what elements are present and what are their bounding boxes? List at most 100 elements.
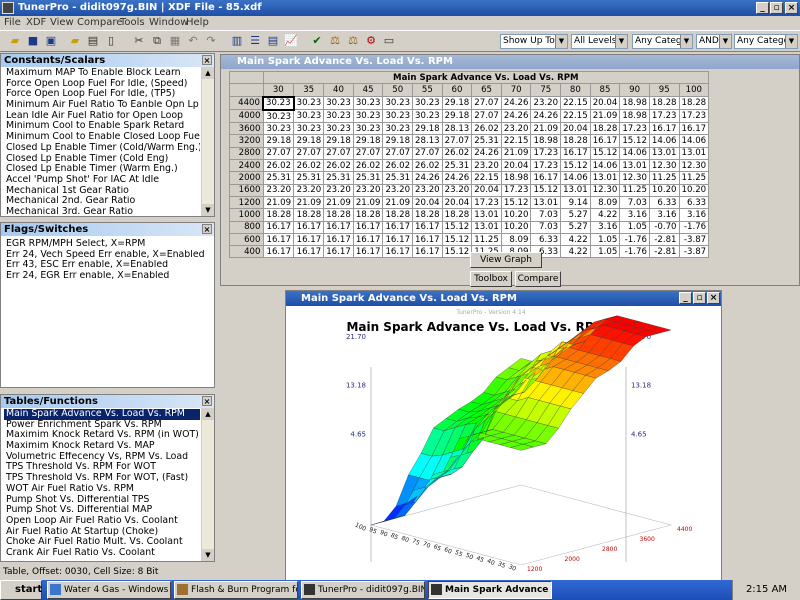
table-cell[interactable]: 3.16 xyxy=(678,208,710,222)
table-cell[interactable]: 29.18 xyxy=(293,134,325,148)
table-cell[interactable]: 16.17 xyxy=(323,232,354,247)
constants_panel-item[interactable]: Mechanical 3rd. Gear Ratio xyxy=(4,207,200,214)
table-cell[interactable]: 18.28 xyxy=(560,134,591,148)
table-cell[interactable]: 27.07 xyxy=(471,109,502,124)
table-cell[interactable]: -1.76 xyxy=(678,220,710,234)
tables_panel-item[interactable]: Air Fuel Ratio At Startup (Choke) xyxy=(4,527,200,538)
table-cell[interactable]: 21.09 xyxy=(382,195,414,210)
row-header[interactable]: 2000 xyxy=(229,171,264,185)
table-cell[interactable]: 7.03 xyxy=(619,195,650,210)
table-cell[interactable]: 25.31 xyxy=(262,171,295,185)
table-cell[interactable]: 13.01 xyxy=(471,220,502,234)
table-cell[interactable]: 30.23 xyxy=(293,96,325,111)
row-header[interactable]: 1200 xyxy=(229,195,264,210)
table-cell[interactable]: -2.81 xyxy=(648,232,680,247)
table-cell[interactable]: 23.20 xyxy=(262,183,295,197)
table-cell[interactable]: 28.13 xyxy=(441,122,473,136)
table-cell[interactable]: 22.15 xyxy=(560,96,591,111)
table-cell[interactable]: 16.17 xyxy=(589,134,621,148)
table-cell[interactable]: 18.28 xyxy=(441,208,473,222)
graph-maximize-button[interactable]: ▫ xyxy=(693,292,706,304)
menu-xdf[interactable]: XDF xyxy=(26,17,46,28)
table-cell[interactable]: 30.23 xyxy=(323,96,354,111)
table-cell[interactable]: 1.05 xyxy=(619,220,650,234)
tables_panel-item[interactable]: Open Loop Air Fuel Ratio Vs. Coolant xyxy=(4,516,200,527)
logic-select[interactable]: AND ▼ xyxy=(696,34,732,49)
constants_panel-item[interactable]: Minimum Air Fuel Ratio To Eanble Opn Lp xyxy=(4,100,200,111)
tables_panel-item[interactable]: Pump Shot Vs. Differential MAP xyxy=(4,505,200,516)
table-cell[interactable]: 5.27 xyxy=(560,220,591,234)
table-cell[interactable]: 20.04 xyxy=(560,122,591,136)
checksum-icon[interactable]: ✔ xyxy=(310,34,324,48)
table-cell[interactable]: 16.17 xyxy=(262,220,295,234)
column-header[interactable]: 65 xyxy=(471,83,502,98)
table-cell[interactable]: 26.02 xyxy=(352,159,384,173)
tables_panel-item[interactable]: Pump Shot Vs. Differential TPS xyxy=(4,495,200,506)
table-cell[interactable]: 13.01 xyxy=(648,146,680,161)
table-cell[interactable]: 14.06 xyxy=(619,146,650,161)
column-header[interactable]: 35 xyxy=(293,83,325,98)
close-icon[interactable]: × xyxy=(202,55,212,65)
new-xdf-icon[interactable]: ▯ xyxy=(104,34,118,48)
compare-icon[interactable]: ⚖ xyxy=(328,34,342,48)
column-header[interactable]: 95 xyxy=(648,83,680,98)
table-cell[interactable]: 10.20 xyxy=(500,208,532,222)
table-cell[interactable]: 21.09 xyxy=(262,195,295,210)
task-water4gas[interactable]: Water 4 Gas - Windows I... xyxy=(47,581,171,599)
table-cell[interactable]: 4.22 xyxy=(560,245,591,259)
table-cell[interactable]: 12.30 xyxy=(678,159,710,173)
table-cell[interactable]: 30.23 xyxy=(323,122,354,136)
table-cell[interactable]: 3.16 xyxy=(619,208,650,222)
table-cell[interactable]: 30.23 xyxy=(352,122,384,136)
table-cell[interactable]: -0.70 xyxy=(648,220,680,234)
hex-view-icon[interactable]: ▤ xyxy=(266,34,280,48)
scroll-down-icon[interactable]: ▼ xyxy=(202,204,214,216)
undo-icon[interactable]: ↶ xyxy=(186,34,200,48)
table-cell[interactable]: -2.81 xyxy=(648,245,680,259)
table-cell[interactable]: 15.12 xyxy=(589,146,621,161)
table-cell[interactable]: 30.23 xyxy=(293,122,325,136)
table-cell[interactable]: 13.01 xyxy=(678,146,710,161)
open-folder-icon[interactable]: ▰ xyxy=(8,34,22,48)
table-cell[interactable]: 14.06 xyxy=(678,134,710,148)
table-cell[interactable]: 26.02 xyxy=(262,159,295,173)
table-cell[interactable]: 26.02 xyxy=(293,159,325,173)
copy-icon[interactable]: ⧉ xyxy=(150,34,164,48)
constants_panel-item[interactable]: Accel 'Pump Shot' For IAC At Idle xyxy=(4,175,200,186)
graph-close-button[interactable]: × xyxy=(707,292,720,304)
tables_panel-item[interactable]: Maximim Knock Retard Vs. MAP xyxy=(4,441,200,452)
table-cell[interactable]: 23.20 xyxy=(441,183,473,197)
table-cell[interactable]: 6.33 xyxy=(530,232,562,247)
category-select-2[interactable]: Any Category ▼ xyxy=(734,34,798,49)
show-up-to-select[interactable]: Show Up To ▼ xyxy=(500,34,568,49)
table-cell[interactable]: 18.28 xyxy=(293,208,325,222)
table-cell[interactable]: 27.07 xyxy=(382,146,414,161)
table-cell[interactable]: 30.23 xyxy=(262,109,295,124)
row-header[interactable]: 400 xyxy=(229,245,264,259)
row-header[interactable]: 4400 xyxy=(229,96,264,111)
table-cell[interactable]: 24.26 xyxy=(500,96,532,111)
table-cell[interactable]: 20.04 xyxy=(441,195,473,210)
table-cell[interactable]: 26.02 xyxy=(441,146,473,161)
table-cell[interactable]: 14.06 xyxy=(560,171,591,185)
redo-icon[interactable]: ↷ xyxy=(204,34,218,48)
table-cell[interactable]: 17.23 xyxy=(648,109,680,124)
table-cell[interactable]: 23.20 xyxy=(382,183,414,197)
table-cell[interactable]: 18.28 xyxy=(678,96,710,111)
constants_panel-item[interactable]: Closed Lp Enable Timer (Cold Eng) xyxy=(4,154,200,165)
table-cell[interactable]: 29.18 xyxy=(441,109,473,124)
tables_panel-item[interactable]: Power Enrichment Spark Vs. RPM xyxy=(4,420,200,431)
column-header[interactable]: 45 xyxy=(352,83,384,98)
constants_panel-item[interactable]: Closed Lp Enable Timer (Warm Eng.) xyxy=(4,164,200,175)
constants_panel-item[interactable]: Minimum Cool to Enable Spark Retard xyxy=(4,121,200,132)
table-cell[interactable]: 21.09 xyxy=(500,146,532,161)
table-cell[interactable]: 18.98 xyxy=(530,134,562,148)
table-cell[interactable]: 23.20 xyxy=(293,183,325,197)
table-cell[interactable]: 27.07 xyxy=(293,146,325,161)
table-cell[interactable]: 16.17 xyxy=(262,245,295,259)
column-header[interactable]: 90 xyxy=(619,83,650,98)
graph-icon[interactable]: 📈 xyxy=(284,34,298,48)
table-cell[interactable]: 27.07 xyxy=(323,146,354,161)
table-cell[interactable]: 15.12 xyxy=(441,232,473,247)
table-cell[interactable]: 18.28 xyxy=(589,122,621,136)
